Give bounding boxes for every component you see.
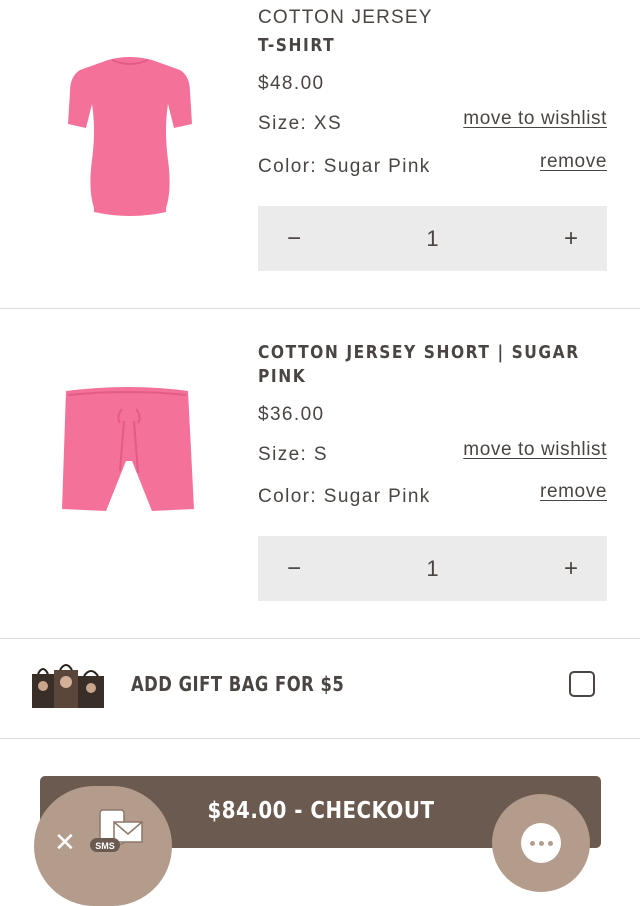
checkout-label: $84.00 - CHECKOUT [206,798,434,824]
quantity-stepper: − 1 + [258,206,607,271]
product-price: $48.00 [258,73,325,94]
quantity-stepper: − 1 + [258,536,607,601]
product-size: Size: S [258,444,328,465]
sms-badge: SMS [95,841,115,851]
product-name-line1: COTTON JERSEY [258,7,433,28]
move-to-wishlist-link[interactable]: move to wishlist [463,108,607,130]
product-color: Color: Sugar Pink [258,156,431,177]
product-name-line2: T-SHIRT [258,35,336,56]
move-to-wishlist-link[interactable]: move to wishlist [463,439,607,461]
product-color: Color: Sugar Pink [258,486,431,507]
sms-envelope-icon[interactable]: SMS [90,808,146,854]
product-name-line2: PINK [258,366,307,387]
product-name-line1: COTTON JERSEY SHORT | SUGAR [258,342,580,363]
increase-quantity-button[interactable]: + [559,555,583,583]
remove-link[interactable]: remove [540,481,607,503]
gift-bag-image [32,664,104,708]
pink-tshirt-image[interactable] [40,40,220,240]
pink-shorts-image[interactable] [40,381,220,551]
close-icon[interactable]: ✕ [54,828,76,858]
decrease-quantity-button[interactable]: − [282,555,306,583]
quantity-value: 1 [426,555,439,581]
quantity-value: 1 [426,225,439,251]
product-price: $36.00 [258,404,325,425]
remove-link[interactable]: remove [540,151,607,173]
chat-icon[interactable] [521,823,561,863]
product-size: Size: XS [258,113,343,134]
cart-item: COTTON JERSEY SHORT | SUGAR PINK $36.00 … [0,309,640,639]
cart-item: COTTON JERSEY T-SHIRT $48.00 Size: XS mo… [0,0,640,309]
gift-bag-checkbox[interactable] [569,671,595,697]
decrease-quantity-button[interactable]: − [282,225,306,253]
gift-bag-label: ADD GIFT BAG FOR $5 [131,672,345,696]
gift-bag-row: ADD GIFT BAG FOR $5 [0,638,640,739]
increase-quantity-button[interactable]: + [559,225,583,253]
